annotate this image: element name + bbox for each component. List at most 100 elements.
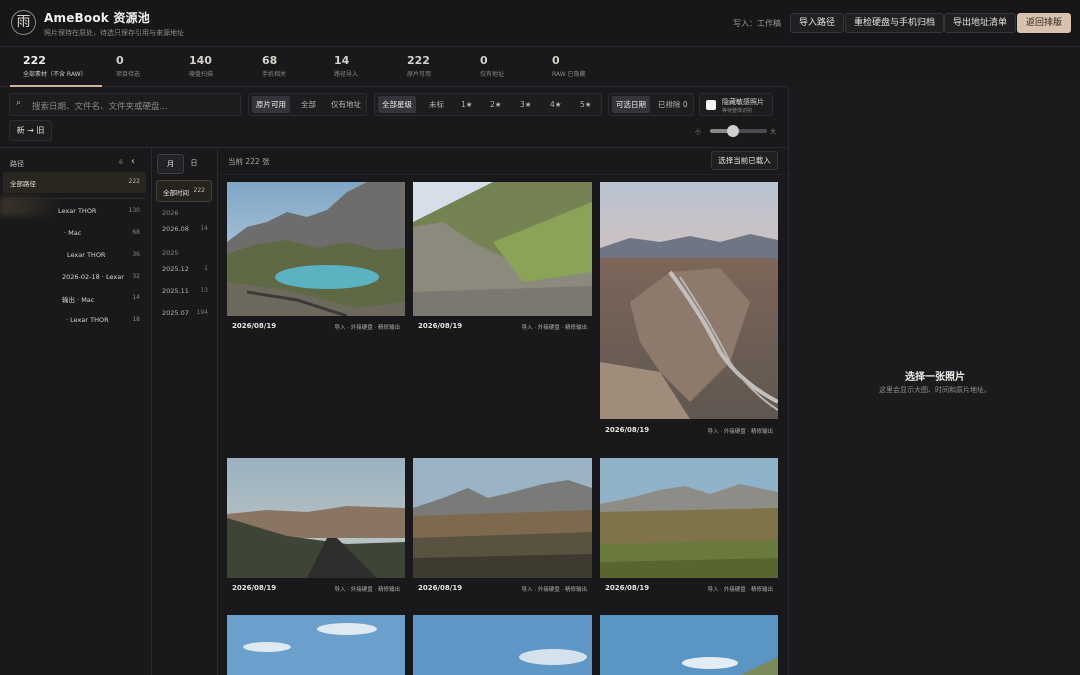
- photo-thumbnail: [413, 458, 592, 578]
- thumbnail-size-slider[interactable]: [710, 125, 767, 137]
- sidebar-item-all-paths[interactable]: 全部路径 222: [3, 172, 146, 193]
- rating-all[interactable]: 全部星级: [378, 96, 416, 113]
- stat-all[interactable]: 222 全部素材（不含 RAW）: [23, 54, 87, 78]
- stat-phone[interactable]: 68 手机相关: [262, 54, 286, 78]
- sidebar-heading: 路径: [10, 160, 24, 168]
- month-item[interactable]: 2025.07 194: [162, 309, 208, 317]
- checkbox[interactable]: [706, 100, 716, 110]
- date-all-time[interactable]: 全部时间 222: [156, 180, 212, 202]
- app-logo: 雨: [11, 10, 36, 35]
- photo-card[interactable]: 2026/08/19 导入 · 外接硬盘 · 精修输出: [600, 458, 778, 598]
- recheck-archive-button[interactable]: 重检硬盘与手机归档: [845, 13, 945, 33]
- sidebar-item-path[interactable]: · Lexar THOR 18: [0, 316, 150, 330]
- sidebar-item-path[interactable]: 输出 · Mac 14: [0, 294, 150, 308]
- year-heading: 2025: [162, 249, 179, 257]
- sort-button[interactable]: 新 → 旧: [9, 120, 52, 141]
- stat-number: 0: [552, 54, 560, 67]
- sidebar-item-path[interactable]: Lexar THOR 130: [0, 207, 150, 221]
- hide-sensitive-toggle[interactable]: 隐藏敏感照片 等待整体识别: [699, 93, 773, 116]
- rating-1[interactable]: 1★: [457, 96, 477, 113]
- collapse-icon[interactable]: ‹: [131, 156, 135, 167]
- photo-date: 2026/08/19: [232, 584, 277, 592]
- sidebar-item-path[interactable]: · Mac 68: [0, 229, 150, 243]
- sidebar-item-label: Lexar THOR: [58, 207, 97, 215]
- sidebar-item-path[interactable]: Lexar THOR 36: [0, 251, 150, 265]
- month-item[interactable]: 2025.12 1: [162, 265, 208, 273]
- sidebar-item-count: 14: [132, 294, 140, 301]
- photo-thumbnail: [227, 615, 405, 675]
- select-loaded-button[interactable]: 选择当前已载入: [711, 151, 778, 170]
- search-icon: ⌕: [16, 98, 22, 108]
- sidebar-item-count: 68: [132, 229, 140, 236]
- stat-original-available[interactable]: 222 原片可用: [407, 54, 431, 78]
- photo-card[interactable]: [600, 615, 778, 675]
- detail-subtitle: 这里会显示大图、时间和原片地址。: [879, 386, 991, 394]
- stat-raw-hidden[interactable]: 0 RAW 已隐藏: [552, 54, 586, 78]
- filter-all[interactable]: 全部: [297, 96, 320, 113]
- photo-date: 2026/08/19: [418, 322, 463, 330]
- rating-5[interactable]: 5★: [576, 96, 596, 113]
- photo-date: 2026/08/19: [605, 426, 650, 434]
- app-title: AmeBook 资源池: [44, 11, 150, 25]
- filter-selectable-dates[interactable]: 可选日期: [612, 96, 650, 113]
- path-sidebar: 路径 6 ‹ 全部路径 222 Lexar THOR 130 · Mac 68 …: [0, 148, 152, 675]
- stat-disk-scan[interactable]: 140 硬盘扫描: [189, 54, 213, 78]
- stat-label: RAW 已隐藏: [552, 71, 586, 78]
- filter-original-available[interactable]: 原片可用: [252, 96, 290, 113]
- month-label: 2025.12: [162, 265, 189, 273]
- photo-tags: 导入 · 外接硬盘 · 精修输出: [521, 587, 588, 593]
- top-header: 雨 AmeBook 资源池 照片保持在原处，待选只保存引用与来源地址 写入：工作…: [0, 0, 1080, 47]
- photo-card[interactable]: [413, 615, 592, 675]
- stat-address-only[interactable]: 0 仅有地址: [480, 54, 504, 78]
- export-address-button[interactable]: 导出地址清单: [944, 13, 1017, 33]
- rating-3[interactable]: 3★: [516, 96, 536, 113]
- photo-date: 2026/08/19: [605, 584, 650, 592]
- photo-thumbnail: [413, 182, 592, 316]
- search-input[interactable]: ⌕ 搜索日期、文件名、文件夹或硬盘...: [9, 93, 241, 116]
- slider-knob[interactable]: [726, 125, 739, 137]
- sidebar-item-path[interactable]: 2026-02-18 · Lexar 32: [0, 273, 150, 287]
- rating-2[interactable]: 2★: [486, 96, 506, 113]
- photo-card[interactable]: [227, 615, 405, 675]
- month-count: 1: [204, 265, 208, 272]
- filter-address-only[interactable]: 仅有地址: [327, 96, 365, 113]
- stat-path-import[interactable]: 14 路径导入: [334, 54, 358, 78]
- photo-thumbnail: [227, 458, 405, 578]
- stat-number: 14: [334, 54, 350, 67]
- month-item[interactable]: 2026.08 14: [162, 225, 208, 233]
- photo-card[interactable]: 2026/08/19 导入 · 外接硬盘 · 精修输出: [227, 182, 405, 334]
- stat-number: 0: [480, 54, 488, 67]
- photo-card[interactable]: 2026/08/19 导入 · 外接硬盘 · 精修输出: [413, 458, 592, 598]
- sidebar-item-label: Lexar THOR: [67, 251, 106, 259]
- sidebar-item-label: · Mac: [64, 229, 82, 237]
- tab-day[interactable]: 日: [184, 154, 204, 174]
- app-window: 雨 AmeBook 资源池 照片保持在原处，待选只保存引用与来源地址 写入：工作…: [0, 0, 1080, 675]
- photo-card[interactable]: 2026/08/19 导入 · 外接硬盘 · 精修输出: [413, 182, 592, 334]
- rating-4[interactable]: 4★: [546, 96, 566, 113]
- stat-label: 全部素材（不含 RAW）: [23, 71, 87, 78]
- selectable-filter: 可选日期 已排除 0: [608, 93, 694, 116]
- rating-unmarked[interactable]: 未标: [425, 96, 448, 113]
- sidebar-item-label: 全部路径: [10, 180, 36, 188]
- photo-card[interactable]: 2026/08/19 导入 · 外接硬盘 · 精修输出: [600, 182, 778, 440]
- photo-date: 2026/08/19: [418, 584, 463, 592]
- stat-label: 路径导入: [334, 71, 359, 78]
- month-item[interactable]: 2025.11 13: [162, 287, 208, 295]
- stat-number: 140: [189, 54, 212, 67]
- stat-project-pending[interactable]: 0 项目待选: [116, 54, 140, 78]
- back-to-layout-button[interactable]: 返回排版: [1017, 13, 1072, 33]
- tab-month[interactable]: 月: [157, 154, 184, 174]
- sidebar-item-count: 130: [128, 207, 140, 214]
- stat-label: 硬盘扫描: [189, 71, 214, 78]
- month-count: 14: [200, 225, 208, 232]
- photo-card[interactable]: 2026/08/19 导入 · 外接硬盘 · 精修输出: [227, 458, 405, 598]
- divider: [218, 174, 788, 175]
- write-target-label[interactable]: 写入：工作稿: [733, 18, 781, 29]
- active-stat-underline: [10, 85, 102, 87]
- import-path-button[interactable]: 导入路径: [790, 13, 845, 33]
- stat-label: 项目待选: [116, 71, 141, 78]
- stat-number: 222: [407, 54, 430, 67]
- photo-tags: 导入 · 外接硬盘 · 精修输出: [521, 325, 588, 331]
- filter-excluded[interactable]: 已排除 0: [654, 96, 692, 113]
- hide-sensitive-sub: 等待整体识别: [722, 108, 753, 114]
